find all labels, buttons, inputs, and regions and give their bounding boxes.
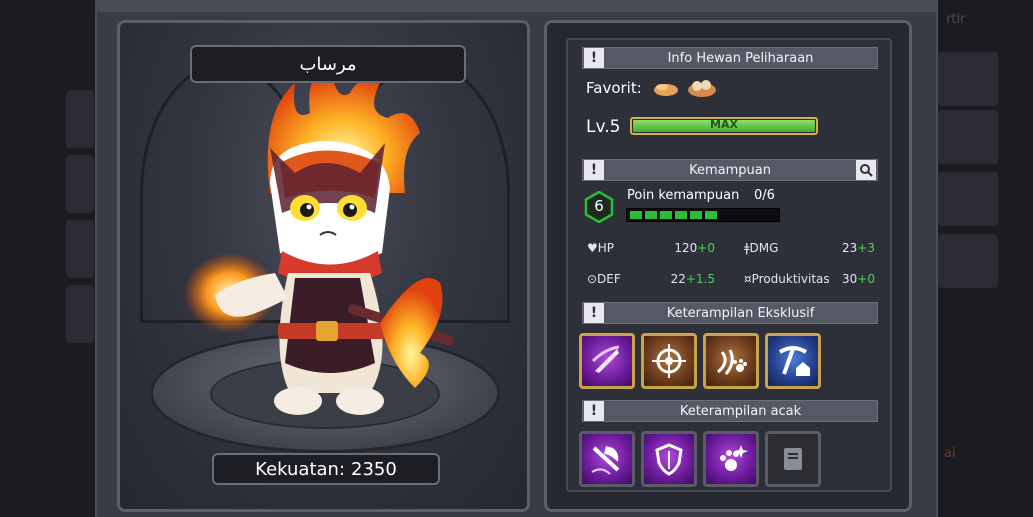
- ability-points-label: Poin kemampuan: [627, 188, 740, 203]
- stat-productivity-base: 30: [842, 272, 858, 286]
- stat-def-base: 22: [670, 272, 686, 286]
- stat-dmg-base: 23: [842, 241, 858, 255]
- axe-skill-icon[interactable]: [579, 431, 635, 487]
- dna-paw-skill-icon[interactable]: [703, 333, 759, 389]
- pet-name: مرساب: [190, 45, 466, 83]
- stat-productivity-label: ¤Produktivitas: [744, 272, 830, 286]
- paw-sparkle-skill-icon[interactable]: [703, 431, 759, 487]
- alert-icon: !: [584, 303, 604, 323]
- background-left: [0, 0, 95, 517]
- stat-hp-label: ♥HP: [587, 241, 615, 255]
- alert-icon: !: [584, 160, 604, 180]
- background-right: rtir ai: [938, 0, 1033, 517]
- bg-text: ai: [944, 446, 956, 461]
- info-header-title: Info Hewan Peliharaan: [667, 50, 814, 66]
- random-header-title: Keterampilan acak: [679, 403, 802, 419]
- stat-productivity-value: 30+0: [820, 272, 875, 286]
- ability-header-title: Kemampuan: [689, 162, 771, 178]
- ability-point-segment: [690, 211, 702, 219]
- bg-slot: [66, 155, 94, 213]
- favorite-food-icon-2: [688, 80, 716, 97]
- random-skills-header: ! Keterampilan acak: [582, 400, 878, 422]
- favorite-label: Favorit:: [586, 79, 642, 97]
- ability-points-count: 0/6: [754, 188, 775, 203]
- pet-display-panel: مرساب Kekuatan: 2350: [117, 20, 530, 512]
- ability-point-segment: [645, 211, 657, 219]
- power-value: 2350: [351, 458, 397, 480]
- info-section-header: ! Info Hewan Peliharaan: [582, 47, 878, 69]
- bg-text: rtir: [946, 12, 966, 27]
- book-skill-icon[interactable]: [765, 431, 821, 487]
- stat-def-value: 22+1.5: [660, 272, 715, 286]
- ability-point-segment: [675, 211, 687, 219]
- bg-slot: [938, 172, 998, 226]
- pickaxe-home-skill-icon[interactable]: [765, 333, 821, 389]
- stat-def-bonus: +1.5: [685, 272, 715, 286]
- ability-point-segment: [660, 211, 672, 219]
- bg-slot: [938, 234, 998, 288]
- stat-dmg-value: 23+3: [820, 241, 875, 255]
- stat-productivity-bonus: +0: [857, 272, 875, 286]
- power-display: Kekuatan: 2350: [212, 453, 440, 485]
- stat-def-label: ⊙DEF: [587, 272, 621, 286]
- power-label: Kekuatan:: [255, 458, 346, 480]
- exclusive-header-title: Keterampilan Eksklusif: [666, 305, 815, 321]
- stat-hp-bonus: +0: [697, 241, 715, 255]
- magnifier-icon[interactable]: [856, 160, 876, 180]
- ability-points-value: 6: [594, 197, 604, 215]
- bg-slot: [938, 52, 998, 106]
- alert-icon: !: [584, 401, 604, 421]
- stat-dmg-bonus: +3: [857, 241, 875, 255]
- window-top-bar: [95, 0, 938, 12]
- stat-dmg-label: ǂDMG: [744, 241, 779, 255]
- bg-slot: [66, 220, 94, 278]
- stat-hp-base: 120: [674, 241, 698, 255]
- ability-points-bar: [626, 208, 780, 222]
- slash-skill-icon[interactable]: [579, 333, 635, 389]
- bg-slot: [66, 285, 94, 343]
- pet-info-inner: [566, 38, 892, 492]
- level-label: Lv.5: [586, 117, 621, 137]
- bg-slot: [66, 90, 94, 148]
- ability-point-segment: [630, 211, 642, 219]
- bg-slot: [938, 110, 998, 164]
- exclusive-skills-header: ! Keterampilan Eksklusif: [582, 302, 878, 324]
- stat-hp-value: 120+0: [660, 241, 715, 255]
- fire-cat-pet[interactable]: [120, 23, 530, 512]
- ability-point-segment: [705, 211, 717, 219]
- favorite-food-icon-1: [654, 84, 678, 96]
- shield-skill-icon[interactable]: [641, 431, 697, 487]
- level-bar-text: MAX: [710, 118, 738, 131]
- ability-section-header: ! Kemampuan: [582, 159, 878, 181]
- target-skill-icon[interactable]: [641, 333, 697, 389]
- level-bar: MAX: [630, 117, 818, 135]
- alert-icon: !: [584, 48, 604, 68]
